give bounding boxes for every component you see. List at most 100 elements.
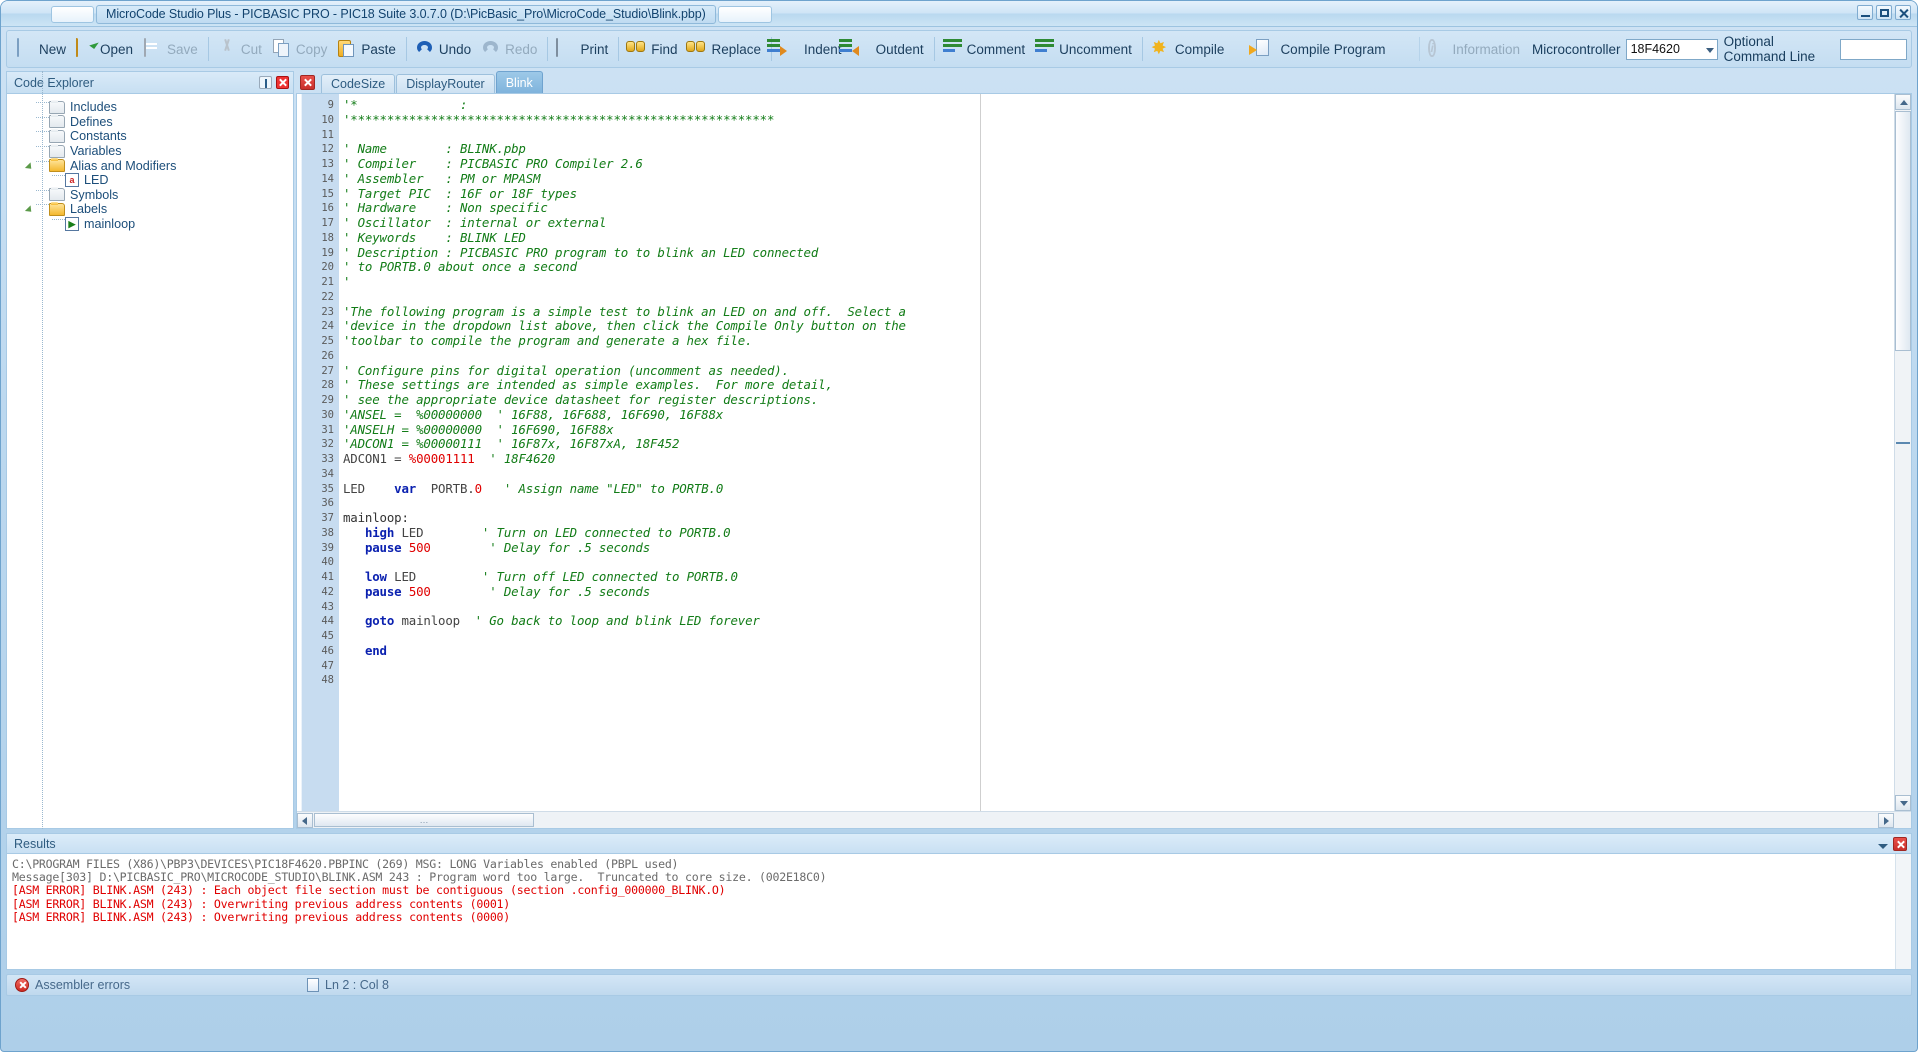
pin-icon[interactable] xyxy=(259,76,272,89)
code-editor-pane[interactable]: 9101112131415161718192021222324252627282… xyxy=(296,93,1912,829)
clipboard-paste-icon xyxy=(336,39,357,60)
close-results-icon[interactable] xyxy=(1893,837,1907,851)
line-number: 22 xyxy=(297,290,339,305)
tree-item-variables[interactable]: Variables xyxy=(7,144,293,159)
tab-codesize[interactable]: CodeSize xyxy=(321,74,395,93)
open-folder-icon xyxy=(75,39,96,60)
code-line: ' see the appropriate device datasheet f… xyxy=(340,393,1911,408)
close-panel-icon[interactable] xyxy=(276,76,289,89)
scroll-up-button[interactable] xyxy=(1895,94,1911,110)
scroll-right-button[interactable] xyxy=(1878,813,1894,828)
code-line: pause 500 ' Delay for .5 seconds xyxy=(340,585,1911,600)
code-explorer-title: Code Explorer xyxy=(14,76,94,90)
code-line xyxy=(340,128,1911,143)
horizontal-scroll-thumb[interactable]: … xyxy=(314,813,534,827)
code-token: mainloop xyxy=(394,613,460,628)
chevron-down-icon[interactable] xyxy=(1878,844,1888,849)
outdent-button[interactable]: Outdent xyxy=(848,34,930,64)
line-number: 16 xyxy=(297,201,339,216)
tree-item-symbols[interactable]: Symbols xyxy=(7,188,293,203)
line-number: 21 xyxy=(297,275,339,290)
new-button[interactable]: New xyxy=(11,34,72,64)
uncomment-lines-icon xyxy=(1034,39,1055,60)
information-icon: i xyxy=(1427,39,1448,60)
line-number: 14 xyxy=(297,172,339,187)
tab-label: DisplayRouter xyxy=(406,77,485,91)
code-line: ' Assembler : PM or MPASM xyxy=(340,172,1911,187)
editor-column: CodeSize DisplayRouter Blink 91011121314… xyxy=(296,71,1912,829)
indent-button[interactable]: Indent xyxy=(776,34,848,64)
code-token: ' Configure pins for digital operation (… xyxy=(343,363,789,378)
microcontroller-select[interactable]: 18F4620 xyxy=(1626,39,1718,60)
workspace: Code Explorer Includes xyxy=(6,71,1912,829)
expander-icon[interactable] xyxy=(25,189,36,201)
expander-icon[interactable] xyxy=(25,116,36,128)
maximize-button[interactable] xyxy=(1876,5,1892,20)
optional-command-line-input[interactable] xyxy=(1840,39,1907,60)
line-number: 37 xyxy=(297,511,339,526)
tree-item-mainloop[interactable]: ▶ mainloop xyxy=(7,217,293,232)
undo-button[interactable]: Undo xyxy=(411,34,477,64)
save-button[interactable]: Save xyxy=(139,34,204,64)
line-number: 47 xyxy=(297,659,339,674)
printer-icon xyxy=(555,39,576,60)
tree-item-includes[interactable]: Includes xyxy=(7,100,293,115)
cut-button[interactable]: Cut xyxy=(213,34,268,64)
redo-arrow-icon xyxy=(480,39,501,60)
tree-item-constants[interactable]: Constants xyxy=(7,129,293,144)
code-text-area[interactable]: '* :'***********************************… xyxy=(339,94,1911,828)
find-button[interactable]: Find xyxy=(623,34,683,64)
toolbar-separator xyxy=(208,37,209,61)
line-number: 17 xyxy=(297,216,339,231)
tree-item-led[interactable]: a LED xyxy=(7,173,293,188)
paste-button[interactable]: Paste xyxy=(333,34,402,64)
expander-icon[interactable] xyxy=(25,160,36,172)
line-number: 24 xyxy=(297,319,339,334)
code-token: 'The following program is a simple test … xyxy=(343,304,906,319)
scroll-down-button[interactable] xyxy=(1895,795,1911,811)
expander-icon[interactable] xyxy=(25,145,36,157)
editor-vertical-scrollbar[interactable] xyxy=(1894,94,1911,811)
vertical-scroll-thumb[interactable] xyxy=(1895,111,1911,351)
compile-button[interactable]: ✸ Compile xyxy=(1147,34,1253,64)
compile-program-button[interactable]: Compile Program xyxy=(1252,34,1415,64)
tree-item-label: Alias and Modifiers xyxy=(70,159,176,173)
open-button[interactable]: Open xyxy=(72,34,139,64)
line-number-gutter: 9101112131415161718192021222324252627282… xyxy=(297,94,339,828)
editor-horizontal-scrollbar[interactable]: … xyxy=(297,811,1911,828)
code-token: '***************************************… xyxy=(343,112,774,127)
code-explorer-panel: Code Explorer Includes xyxy=(6,71,294,829)
print-button[interactable]: Print xyxy=(552,34,614,64)
tab-displayrouter[interactable]: DisplayRouter xyxy=(396,74,495,93)
minimize-button[interactable] xyxy=(1857,5,1873,20)
tab-blink[interactable]: Blink xyxy=(496,71,543,93)
code-explorer-header: Code Explorer xyxy=(7,72,293,94)
close-tab-icon[interactable] xyxy=(300,75,315,90)
tree-item-alias-and-modifiers[interactable]: Alias and Modifiers xyxy=(7,158,293,173)
code-token: 0 xyxy=(475,481,482,496)
code-token xyxy=(402,584,409,599)
line-number: 32 xyxy=(297,437,339,452)
copy-button[interactable]: Copy xyxy=(268,34,334,64)
expander-icon[interactable] xyxy=(25,203,36,215)
tree-item-labels[interactable]: Labels xyxy=(7,202,293,217)
page-edge-marker xyxy=(980,94,981,828)
replace-button[interactable]: Replace xyxy=(683,34,767,64)
code-token: %00001111 xyxy=(409,451,475,466)
folder-icon xyxy=(49,188,65,201)
code-line: ' Compiler : PICBASIC PRO Compiler 2.6 xyxy=(340,157,1911,172)
scroll-left-button[interactable] xyxy=(297,813,313,828)
close-button[interactable] xyxy=(1895,5,1911,20)
expander-icon[interactable] xyxy=(25,101,36,113)
comment-button[interactable]: Comment xyxy=(939,34,1032,64)
information-button[interactable]: i Information xyxy=(1424,34,1526,64)
results-output[interactable]: C:\PROGRAM FILES (X86)\PBP3\DEVICES\PIC1… xyxy=(7,854,1911,969)
line-number: 15 xyxy=(297,187,339,202)
document-icon xyxy=(307,978,319,992)
code-token: ' Hardware : Non specific xyxy=(343,200,548,215)
results-vertical-scrollbar[interactable] xyxy=(1895,854,1911,969)
redo-button[interactable]: Redo xyxy=(477,34,543,64)
expander-icon[interactable] xyxy=(25,130,36,142)
uncomment-button[interactable]: Uncomment xyxy=(1031,34,1138,64)
tree-item-defines[interactable]: Defines xyxy=(7,115,293,130)
